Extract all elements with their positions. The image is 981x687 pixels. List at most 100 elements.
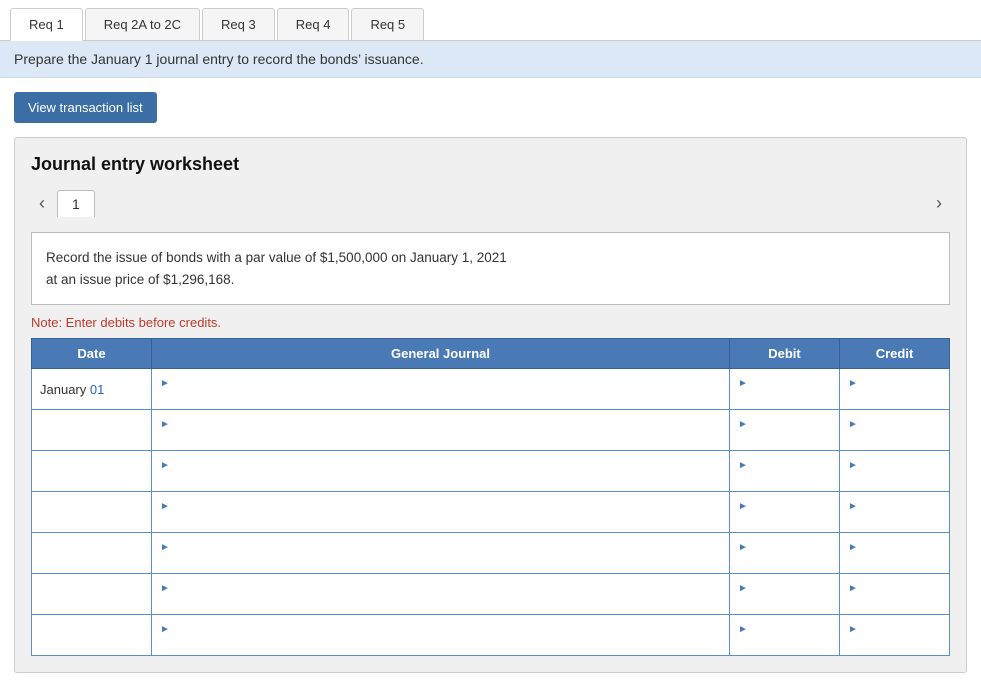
- date-day: 01: [90, 382, 104, 397]
- view-transaction-button[interactable]: View transaction list: [14, 92, 157, 123]
- journal-table: Date General Journal Debit Credit Januar…: [31, 338, 950, 656]
- col-header-credit: Credit: [840, 339, 950, 369]
- debit-input[interactable]: [738, 471, 831, 486]
- credit-input[interactable]: [848, 430, 941, 445]
- debit-input[interactable]: [738, 389, 831, 404]
- page-nav: ‹ 1 ›: [31, 189, 950, 218]
- journal-input[interactable]: [160, 635, 721, 650]
- debit-arrow-icon: ►: [738, 624, 748, 635]
- description-box: Record the issue of bonds with a par val…: [31, 232, 950, 305]
- note-text: Note: Enter debits before credits.: [31, 315, 950, 330]
- debit-cell[interactable]: ►: [730, 615, 840, 656]
- worksheet-container: Journal entry worksheet ‹ 1 › Record the…: [14, 137, 967, 673]
- debit-arrow-icon: ►: [738, 583, 748, 594]
- debit-cell[interactable]: ►: [730, 492, 840, 533]
- arrow-icon: ►: [160, 419, 170, 430]
- credit-arrow-icon: ►: [848, 378, 858, 389]
- debit-cell[interactable]: ►: [730, 410, 840, 451]
- credit-cell[interactable]: ►: [840, 369, 950, 410]
- journal-cell[interactable]: ►: [152, 533, 730, 574]
- date-cell: [32, 451, 152, 492]
- credit-cell[interactable]: ►: [840, 533, 950, 574]
- journal-input[interactable]: [160, 594, 721, 609]
- debit-input[interactable]: [738, 430, 831, 445]
- debit-cell[interactable]: ►: [730, 574, 840, 615]
- debit-arrow-icon: ►: [738, 378, 748, 389]
- credit-input[interactable]: [848, 553, 941, 568]
- prev-page-arrow[interactable]: ‹: [31, 189, 53, 218]
- col-header-debit: Debit: [730, 339, 840, 369]
- credit-arrow-icon: ►: [848, 419, 858, 430]
- tab-req5[interactable]: Req 5: [351, 8, 424, 40]
- date-cell: January 01: [32, 369, 152, 410]
- table-row: ► ► ►: [32, 451, 950, 492]
- worksheet-title: Journal entry worksheet: [31, 154, 950, 175]
- credit-input[interactable]: [848, 594, 941, 609]
- debit-arrow-icon: ►: [738, 419, 748, 430]
- debit-input[interactable]: [738, 512, 831, 527]
- debit-cell[interactable]: ►: [730, 451, 840, 492]
- date-cell: [32, 615, 152, 656]
- credit-input[interactable]: [848, 389, 941, 404]
- journal-cell[interactable]: ►: [152, 492, 730, 533]
- credit-cell[interactable]: ►: [840, 492, 950, 533]
- table-row: January 01►►►: [32, 369, 950, 410]
- credit-arrow-icon: ►: [848, 460, 858, 471]
- credit-arrow-icon: ►: [848, 542, 858, 553]
- journal-input[interactable]: [160, 512, 721, 527]
- credit-arrow-icon: ►: [848, 624, 858, 635]
- journal-cell[interactable]: ►: [152, 574, 730, 615]
- table-row: ► ► ►: [32, 410, 950, 451]
- journal-cell[interactable]: ►: [152, 451, 730, 492]
- arrow-icon: ►: [160, 501, 170, 512]
- credit-input[interactable]: [848, 512, 941, 527]
- debit-arrow-icon: ►: [738, 542, 748, 553]
- info-bar-text: Prepare the January 1 journal entry to r…: [14, 51, 424, 67]
- debit-cell[interactable]: ►: [730, 533, 840, 574]
- credit-input[interactable]: [848, 635, 941, 650]
- credit-cell[interactable]: ►: [840, 574, 950, 615]
- date-cell: [32, 533, 152, 574]
- col-header-journal: General Journal: [152, 339, 730, 369]
- journal-input[interactable]: [160, 389, 721, 404]
- journal-cell[interactable]: ►: [152, 369, 730, 410]
- col-header-date: Date: [32, 339, 152, 369]
- credit-cell[interactable]: ►: [840, 451, 950, 492]
- table-row: ► ► ►: [32, 574, 950, 615]
- debit-input[interactable]: [738, 635, 831, 650]
- description-text: Record the issue of bonds with a par val…: [46, 250, 507, 287]
- page-tab-1[interactable]: 1: [57, 190, 95, 217]
- arrow-icon: ►: [160, 460, 170, 471]
- date-cell: [32, 574, 152, 615]
- credit-input[interactable]: [848, 471, 941, 486]
- arrow-icon: ►: [160, 583, 170, 594]
- debit-cell[interactable]: ►: [730, 369, 840, 410]
- next-page-arrow[interactable]: ›: [928, 189, 950, 218]
- debit-arrow-icon: ►: [738, 501, 748, 512]
- date-cell: [32, 410, 152, 451]
- credit-arrow-icon: ►: [848, 583, 858, 594]
- credit-cell[interactable]: ►: [840, 410, 950, 451]
- journal-input[interactable]: [160, 553, 721, 568]
- credit-arrow-icon: ►: [848, 501, 858, 512]
- journal-input[interactable]: [160, 430, 721, 445]
- tab-req1[interactable]: Req 1: [10, 8, 83, 41]
- tab-req4[interactable]: Req 4: [277, 8, 350, 40]
- info-bar: Prepare the January 1 journal entry to r…: [0, 41, 981, 78]
- journal-cell[interactable]: ►: [152, 615, 730, 656]
- journal-input[interactable]: [160, 471, 721, 486]
- debit-input[interactable]: [738, 553, 831, 568]
- table-row: ► ► ►: [32, 615, 950, 656]
- debit-input[interactable]: [738, 594, 831, 609]
- tabs-bar: Req 1 Req 2A to 2C Req 3 Req 4 Req 5: [0, 0, 981, 41]
- arrow-icon: ►: [160, 542, 170, 553]
- credit-cell[interactable]: ►: [840, 615, 950, 656]
- tab-req3[interactable]: Req 3: [202, 8, 275, 40]
- table-row: ► ► ►: [32, 492, 950, 533]
- table-row: ► ► ►: [32, 533, 950, 574]
- tab-req2a2c[interactable]: Req 2A to 2C: [85, 8, 200, 40]
- journal-cell[interactable]: ►: [152, 410, 730, 451]
- date-cell: [32, 492, 152, 533]
- debit-arrow-icon: ►: [738, 460, 748, 471]
- arrow-icon: ►: [160, 624, 170, 635]
